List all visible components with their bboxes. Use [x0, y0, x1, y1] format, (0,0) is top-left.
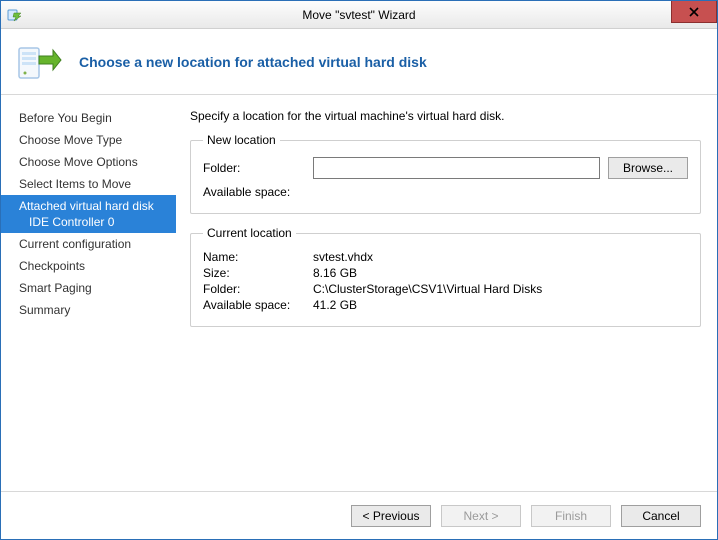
current-location-legend: Current location: [203, 226, 296, 240]
sidebar-item-label: Current configuration: [19, 237, 131, 251]
window-sysicon: [7, 7, 23, 23]
sidebar-item-label: Before You Begin: [19, 111, 112, 125]
cancel-button[interactable]: Cancel: [621, 505, 701, 527]
sidebar-item-label: Smart Paging: [19, 281, 92, 295]
folder-input[interactable]: [313, 157, 600, 179]
sidebar-item-checkpoints[interactable]: Checkpoints: [1, 255, 176, 277]
new-location-group: New location Folder: Browse... Available…: [190, 133, 701, 214]
sidebar-item-select-items-to-move[interactable]: Select Items to Move: [1, 173, 176, 195]
page-heading: Choose a new location for attached virtu…: [79, 54, 427, 70]
window-title: Move "svtest" Wizard: [1, 8, 717, 22]
current-name-value: svtest.vhdx: [313, 250, 688, 264]
sidebar-item-smart-paging[interactable]: Smart Paging: [1, 277, 176, 299]
current-name-label: Name:: [203, 250, 313, 264]
current-size-value: 8.16 GB: [313, 266, 688, 280]
wizard-body: Before You Begin Choose Move Type Choose…: [1, 95, 717, 491]
available-space-label: Available space:: [203, 185, 313, 199]
sidebar-item-label: Checkpoints: [19, 259, 85, 273]
sidebar-item-attached-vhd[interactable]: Attached virtual hard disk IDE Controlle…: [1, 195, 176, 233]
wizard-footer: < Previous Next > Finish Cancel: [1, 491, 717, 539]
sidebar-item-summary[interactable]: Summary: [1, 299, 176, 321]
folder-label: Folder:: [203, 161, 313, 175]
wizard-window: Move "svtest" Wizard Choose a new locati…: [0, 0, 718, 540]
sidebar-item-label: Choose Move Options: [19, 155, 138, 169]
current-avail-label: Available space:: [203, 298, 313, 312]
sidebar-item-current-configuration[interactable]: Current configuration: [1, 233, 176, 255]
sidebar-item-label: Summary: [19, 303, 70, 317]
current-folder-value: C:\ClusterStorage\CSV1\Virtual Hard Disk…: [313, 282, 688, 296]
sidebar-item-choose-move-type[interactable]: Choose Move Type: [1, 129, 176, 151]
current-location-group: Current location Name: svtest.vhdx Size:…: [190, 226, 701, 327]
wizard-header: Choose a new location for attached virtu…: [1, 29, 717, 95]
wizard-content: Specify a location for the virtual machi…: [176, 95, 717, 491]
sidebar-item-label: Choose Move Type: [19, 133, 122, 147]
sidebar-item-label: Select Items to Move: [19, 177, 131, 191]
sidebar-item-sublabel: IDE Controller 0: [19, 214, 166, 230]
previous-button[interactable]: < Previous: [351, 505, 431, 527]
new-location-legend: New location: [203, 133, 280, 147]
current-folder-label: Folder:: [203, 282, 313, 296]
sidebar-item-before-you-begin[interactable]: Before You Begin: [1, 107, 176, 129]
close-button[interactable]: [671, 1, 717, 23]
current-size-label: Size:: [203, 266, 313, 280]
title-bar: Move "svtest" Wizard: [1, 1, 717, 29]
finish-button[interactable]: Finish: [531, 505, 611, 527]
next-button[interactable]: Next >: [441, 505, 521, 527]
instruction-text: Specify a location for the virtual machi…: [190, 109, 701, 123]
sidebar-item-choose-move-options[interactable]: Choose Move Options: [1, 151, 176, 173]
browse-button[interactable]: Browse...: [608, 157, 688, 179]
current-avail-value: 41.2 GB: [313, 298, 688, 312]
sidebar-item-label: Attached virtual hard disk: [19, 199, 154, 213]
server-move-icon: [15, 38, 63, 86]
wizard-steps-sidebar: Before You Begin Choose Move Type Choose…: [1, 95, 176, 491]
